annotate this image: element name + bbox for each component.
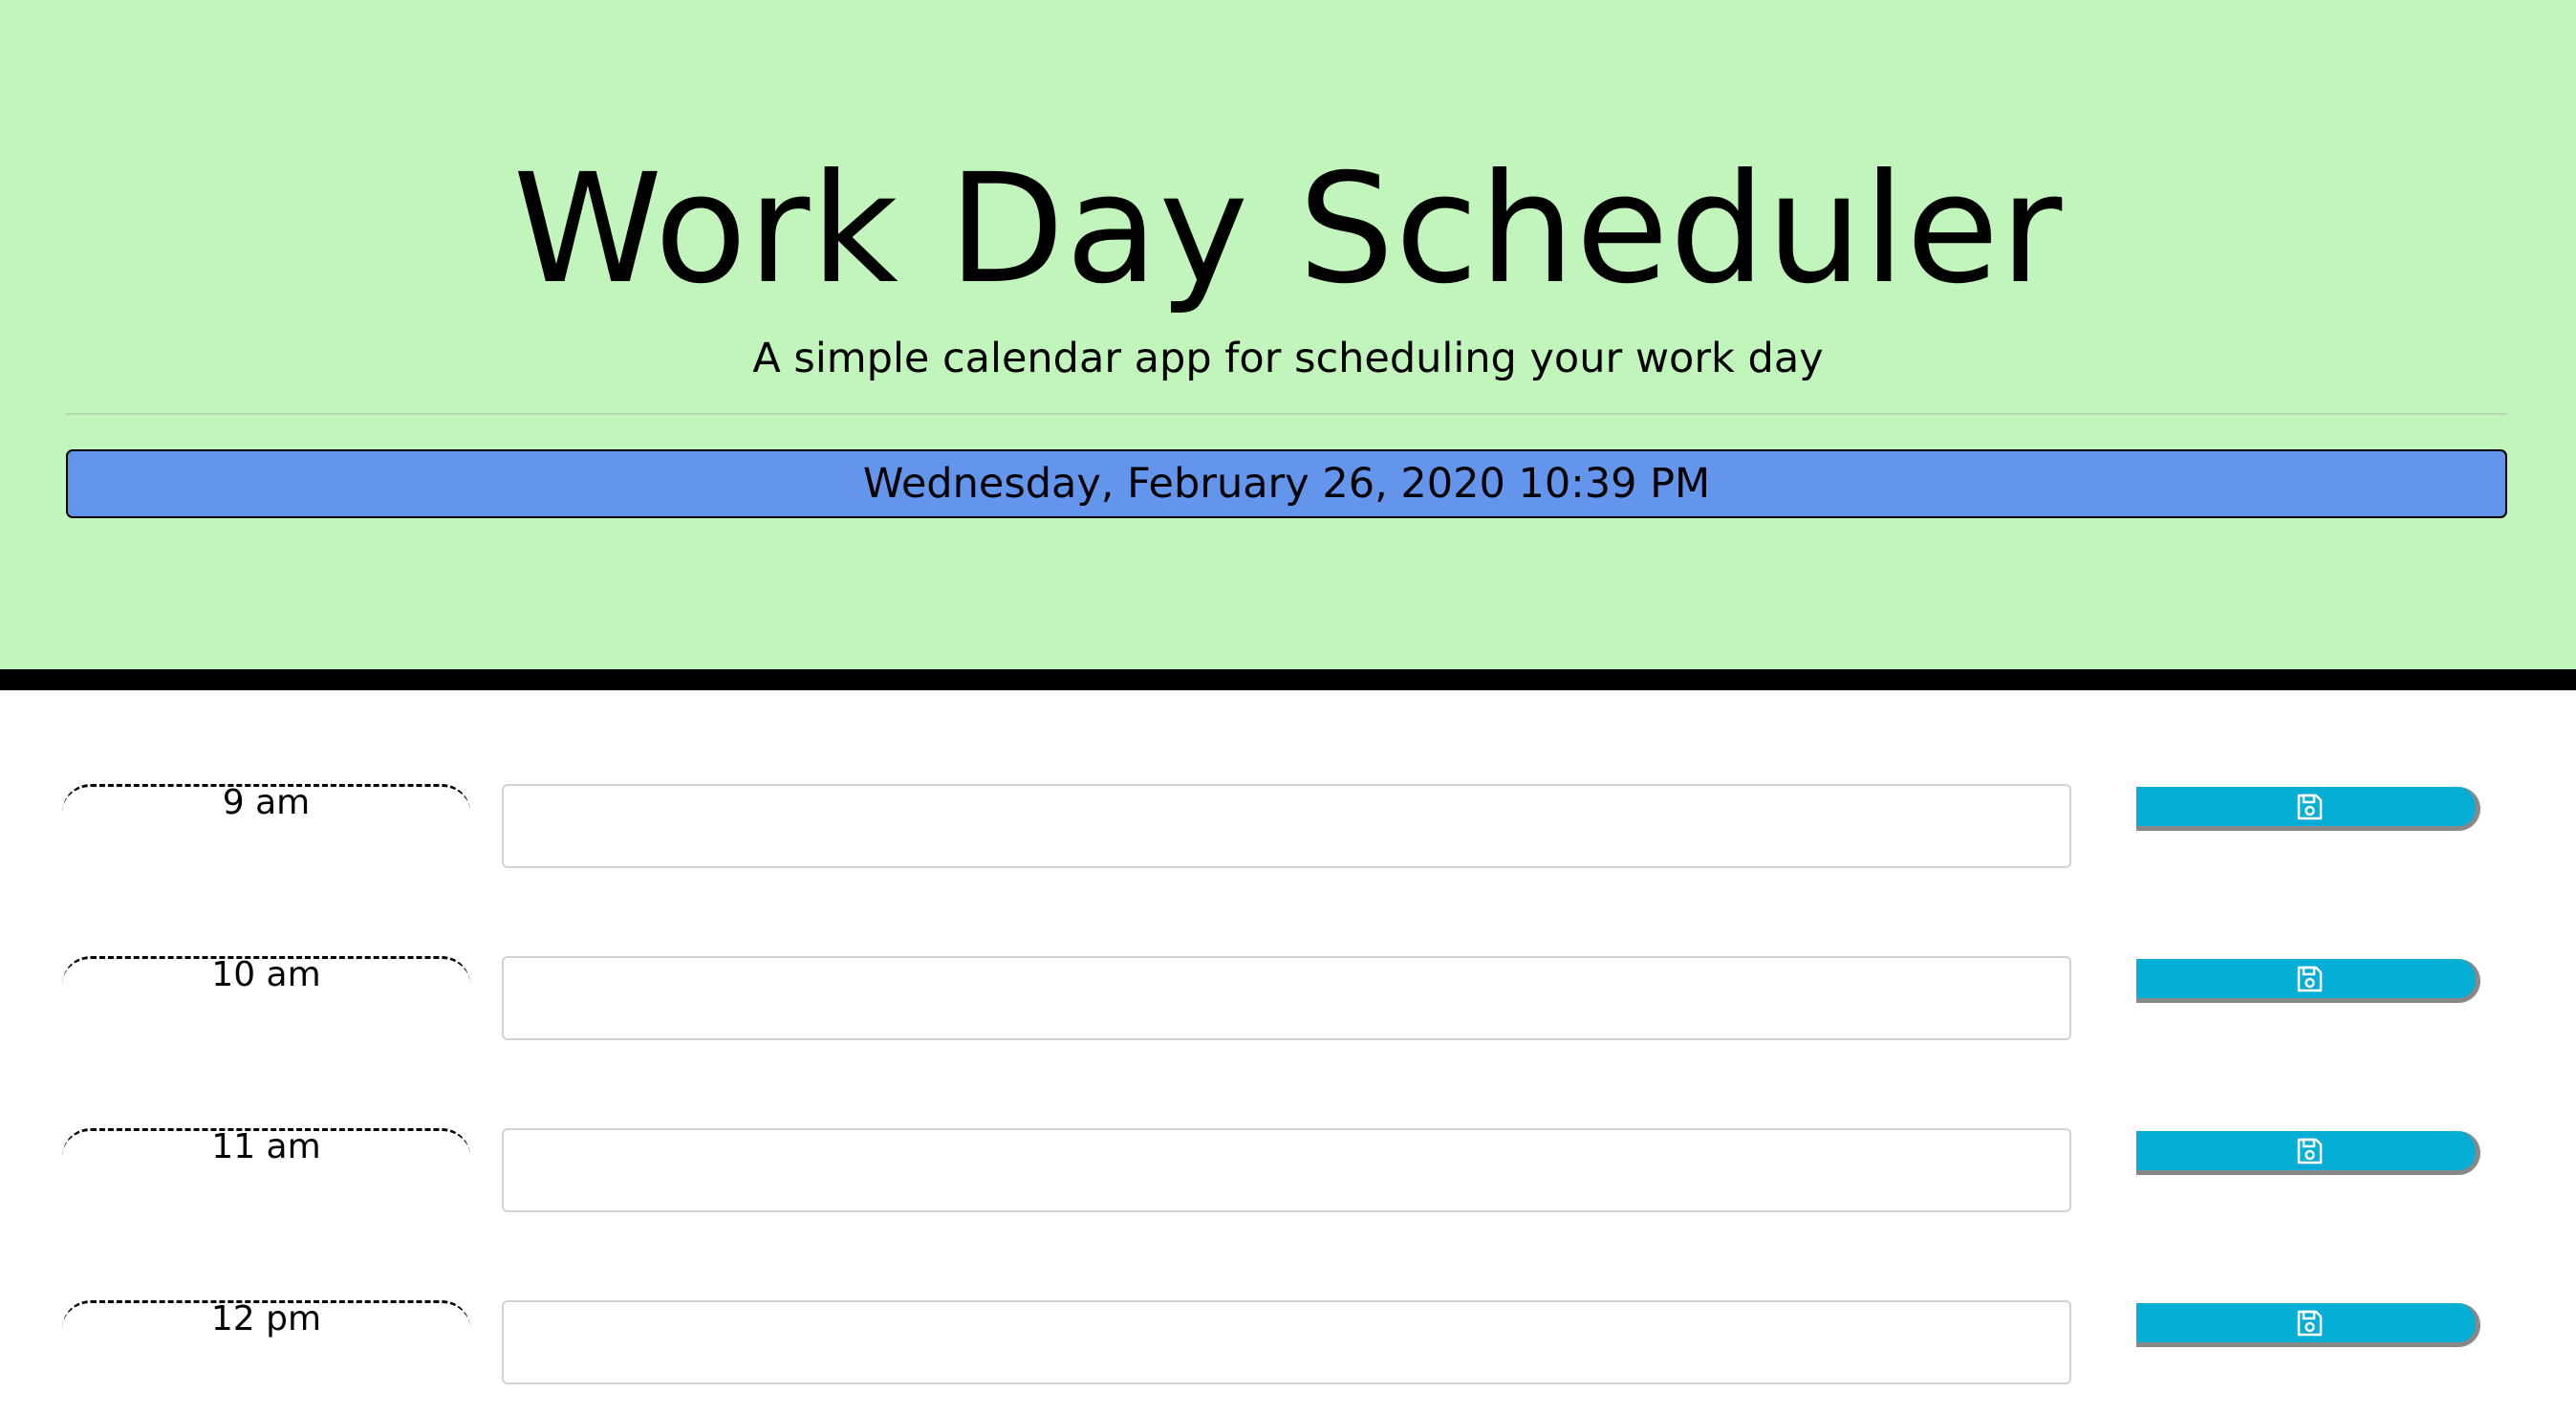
save-button[interactable] (2136, 959, 2480, 1003)
time-block-row: 9 am (0, 784, 2576, 868)
floppy-disk-icon (2297, 966, 2323, 992)
description-input[interactable] (502, 1300, 2071, 1384)
time-block-row: 11 am (0, 1128, 2576, 1212)
floppy-disk-icon (2297, 1138, 2323, 1165)
hour-label: 11 am (62, 1128, 470, 1170)
divider (66, 413, 2507, 415)
hour-label: 9 am (62, 784, 470, 826)
save-button[interactable] (2136, 1131, 2480, 1175)
time-block-row: 10 am (0, 956, 2576, 1040)
hour-label: 10 am (62, 956, 470, 998)
description-input[interactable] (502, 1128, 2071, 1212)
current-day-display: Wednesday, February 26, 2020 10:39 PM (66, 449, 2507, 518)
floppy-disk-icon (2297, 1310, 2323, 1337)
floppy-disk-icon (2297, 794, 2323, 820)
hour-label: 12 pm (62, 1300, 470, 1342)
header: Work Day Scheduler A simple calendar app… (0, 0, 2576, 690)
save-button[interactable] (2136, 787, 2480, 831)
save-button[interactable] (2136, 1303, 2480, 1347)
page-title: Work Day Scheduler (512, 142, 2064, 317)
description-input[interactable] (502, 784, 2071, 868)
description-input[interactable] (502, 956, 2071, 1040)
time-block-row: 12 pm (0, 1300, 2576, 1384)
page-subtitle: A simple calendar app for scheduling you… (752, 335, 1824, 382)
